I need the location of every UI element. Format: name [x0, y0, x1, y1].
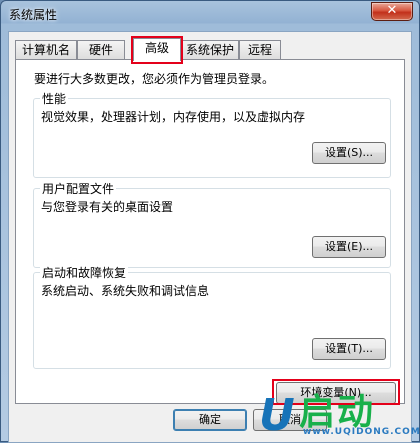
user-profiles-title: 用户配置文件	[40, 180, 117, 197]
tab-remote[interactable]: 远程	[239, 40, 281, 60]
user-profiles-group: 用户配置文件 与您登录有关的桌面设置 设置(E)...	[33, 180, 391, 268]
tab-system-protection[interactable]: 系统保护	[181, 40, 239, 60]
performance-title: 性能	[40, 90, 69, 107]
title-bar[interactable]: 系统属性 ✕	[1, 1, 419, 27]
user-profiles-description: 与您登录有关的桌面设置	[41, 200, 174, 214]
window-title: 系统属性	[9, 8, 58, 22]
startup-recovery-title: 启动和故障恢复	[40, 264, 129, 281]
watermark-url: www.UQIDONG.COM	[303, 427, 420, 437]
close-icon: ✕	[386, 3, 398, 18]
ok-button[interactable]: 确定	[173, 409, 247, 431]
dialog-client-area: 计算机名 硬件 高级 系统保护 远程 要进行大多数更改，您必须作为管理员登录。 …	[8, 31, 412, 443]
close-button[interactable]: ✕	[371, 2, 413, 21]
advanced-tab-panel: 要进行大多数更改，您必须作为管理员登录。 性能 视觉效果，处理器计划，内存使用，…	[15, 59, 405, 405]
admin-notice: 要进行大多数更改，您必须作为管理员登录。	[34, 72, 275, 86]
startup-recovery-settings-button[interactable]: 设置(T)...	[312, 338, 386, 360]
user-profiles-settings-button[interactable]: 设置(E)...	[312, 236, 386, 258]
performance-group: 性能 视觉效果，处理器计划，内存使用，以及虚拟内存 设置(S)...	[33, 90, 391, 178]
watermark-u-mark: U	[259, 390, 295, 441]
startup-recovery-group: 启动和故障恢复 系统启动、系统失败和调试信息 设置(T)...	[33, 264, 391, 369]
tab-hardware[interactable]: 硬件	[77, 40, 125, 60]
startup-recovery-description: 系统启动、系统失败和调试信息	[41, 284, 210, 298]
tab-advanced[interactable]: 高级	[133, 38, 181, 61]
site-watermark-logo: U 启动 www.UQIDONG.COM	[259, 390, 420, 441]
system-properties-window: 系统属性 ✕ 计算机名 硬件 高级 系统保护 远程 要进行大多数更改，您必须作为…	[0, 0, 420, 443]
tab-strip: 计算机名 硬件 高级 系统保护 远程	[15, 36, 395, 64]
performance-settings-button[interactable]: 设置(S)...	[312, 142, 386, 164]
tab-computer-name[interactable]: 计算机名	[15, 40, 77, 60]
performance-description: 视觉效果，处理器计划，内存使用，以及虚拟内存	[41, 110, 306, 124]
